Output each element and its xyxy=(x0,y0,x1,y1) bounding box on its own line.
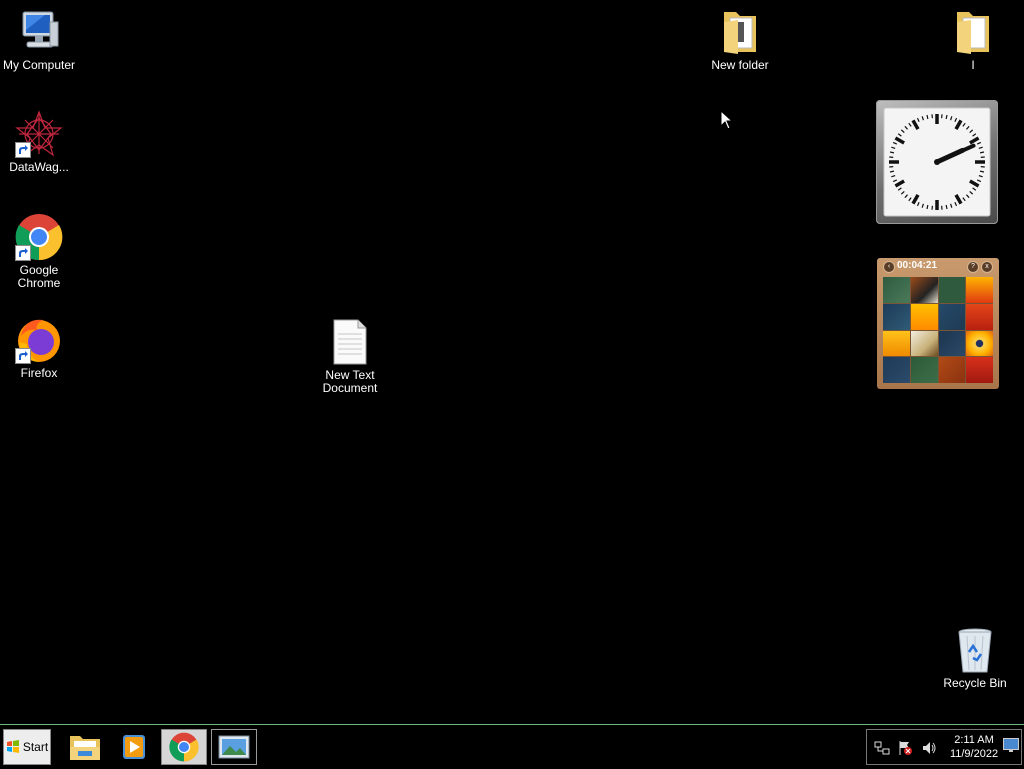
folder-icon xyxy=(716,8,764,56)
puzzle-tile[interactable] xyxy=(939,304,966,330)
puzzle-tile[interactable] xyxy=(939,331,966,357)
help-icon[interactable]: ? xyxy=(967,261,979,273)
puzzle-tile[interactable] xyxy=(939,277,966,303)
shortcut-arrow-icon xyxy=(15,142,31,158)
start-button[interactable]: Start xyxy=(3,729,51,765)
puzzle-tile[interactable] xyxy=(883,357,910,383)
desktop-icon-datawag[interactable]: DataWag... xyxy=(0,110,79,174)
clock-tick xyxy=(946,115,947,119)
puzzle-tile[interactable] xyxy=(911,277,938,303)
shortcut-arrow-icon xyxy=(15,245,31,261)
clock-tick xyxy=(890,171,894,172)
taskbar-button-chrome[interactable] xyxy=(161,729,207,765)
puzzle-tile[interactable] xyxy=(911,331,938,357)
puzzle-tile[interactable] xyxy=(883,304,910,330)
desktop-icon-recycle-bin[interactable]: Recycle Bin xyxy=(935,626,1015,690)
icon-label: My Computer xyxy=(0,59,79,72)
desktop-icon-new-text-document[interactable]: New Text Document xyxy=(310,318,390,395)
clock-tick xyxy=(980,152,984,153)
folder-icon xyxy=(949,8,997,56)
clock-tick xyxy=(980,171,984,172)
media-player-icon xyxy=(119,732,149,762)
puzzle-tile[interactable] xyxy=(883,277,910,303)
puzzle-tile[interactable] xyxy=(966,304,993,330)
tray-clock[interactable]: 2:11 AM 11/9/2022 xyxy=(949,733,999,761)
taskbar-button-photo-viewer[interactable] xyxy=(211,729,257,765)
tray-date: 11/9/2022 xyxy=(949,747,999,761)
desktop-icon-google-chrome[interactable]: Google Chrome xyxy=(0,213,79,290)
desktop-icon-my-computer[interactable]: My Computer xyxy=(0,8,79,72)
icon-label: Recycle Bin xyxy=(935,677,1015,690)
start-label: Start xyxy=(23,740,48,754)
puzzle-tile[interactable] xyxy=(911,357,938,383)
action-center-flag-icon[interactable] xyxy=(897,740,913,761)
clock-gadget[interactable] xyxy=(876,100,998,224)
computer-icon xyxy=(15,8,63,56)
desktop-icon-folder-i[interactable]: I xyxy=(933,8,1013,72)
volume-icon[interactable] xyxy=(921,740,937,761)
icon-label: New Text Document xyxy=(310,369,390,395)
firefox-icon xyxy=(15,316,63,364)
puzzle-grid xyxy=(883,277,993,383)
options-icon[interactable]: x xyxy=(981,261,993,273)
puzzle-tile[interactable] xyxy=(966,357,993,383)
clock-tick xyxy=(927,115,928,119)
back-icon[interactable]: ‹ xyxy=(883,261,895,273)
puzzle-tile[interactable] xyxy=(883,331,910,357)
icon-label: I xyxy=(933,59,1013,72)
icon-label: New folder xyxy=(700,59,780,72)
puzzle-tile[interactable] xyxy=(966,331,993,357)
recycle-bin-icon xyxy=(951,626,999,674)
puzzle-timer: 00:04:21 xyxy=(897,260,937,271)
shortcut-arrow-icon xyxy=(15,348,31,364)
puzzle-tile[interactable] xyxy=(939,357,966,383)
clock-tick xyxy=(890,152,894,153)
icon-label: Firefox xyxy=(0,367,79,380)
icon-label: DataWag... xyxy=(0,161,79,174)
chrome-icon xyxy=(15,213,63,261)
clock-tick xyxy=(927,205,928,209)
desktop-icon-new-folder[interactable]: New folder xyxy=(700,8,780,72)
clock-face xyxy=(876,100,998,224)
system-tray: 2:11 AM 11/9/2022 xyxy=(866,729,1022,765)
puzzle-tile[interactable] xyxy=(911,304,938,330)
taskbar: Start xyxy=(0,724,1024,769)
photo-viewer-icon xyxy=(218,734,250,760)
text-document-icon xyxy=(326,318,374,366)
icon-label: Google Chrome xyxy=(0,264,79,290)
datawag-icon xyxy=(15,110,63,158)
mouse-cursor-icon xyxy=(720,110,734,130)
picture-puzzle-gadget[interactable]: ‹ 00:04:21 ? x xyxy=(877,258,999,389)
file-explorer-icon xyxy=(68,732,102,762)
windows-logo-icon xyxy=(6,740,20,754)
tray-time: 2:11 AM xyxy=(949,733,999,747)
taskbar-button-file-explorer[interactable] xyxy=(62,729,108,765)
chrome-icon xyxy=(169,732,199,762)
puzzle-tile[interactable] xyxy=(966,277,993,303)
clock-tick xyxy=(946,205,947,209)
show-desktop-icon[interactable] xyxy=(1003,738,1019,757)
desktop-icon-firefox[interactable]: Firefox xyxy=(0,316,79,380)
taskbar-button-media-player[interactable] xyxy=(111,729,157,765)
network-icon[interactable] xyxy=(874,740,890,761)
